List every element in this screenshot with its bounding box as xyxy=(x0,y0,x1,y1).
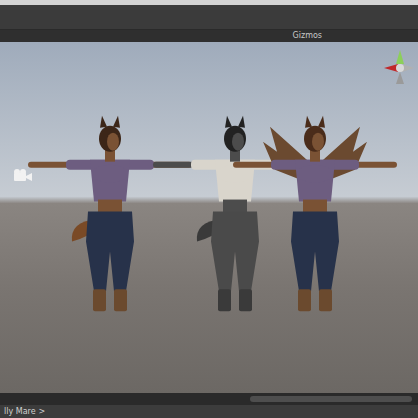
breadcrumb-arrow: > xyxy=(39,406,46,417)
wings-icon xyxy=(263,127,367,182)
character-winged[interactable] xyxy=(233,116,397,311)
scene-viewport[interactable] xyxy=(0,42,418,393)
horizontal-scrollbar[interactable] xyxy=(0,393,418,405)
scene-header: Gizmos xyxy=(0,30,418,42)
character-grey[interactable] xyxy=(153,116,317,311)
breadcrumb-item[interactable]: lly Mare xyxy=(4,406,36,417)
axis-gizmo-icon[interactable] xyxy=(376,46,416,90)
character-mare[interactable] xyxy=(28,116,192,311)
camera-icon[interactable] xyxy=(12,168,34,184)
scrollbar-thumb[interactable] xyxy=(250,396,412,402)
gizmos-dropdown[interactable]: Gizmos xyxy=(293,31,322,41)
unity-editor: Gizmos lly Mare> xyxy=(0,0,418,418)
toolbar xyxy=(0,5,418,30)
breadcrumb-bar: lly Mare> xyxy=(0,405,418,418)
scene-render-icon xyxy=(0,42,418,393)
